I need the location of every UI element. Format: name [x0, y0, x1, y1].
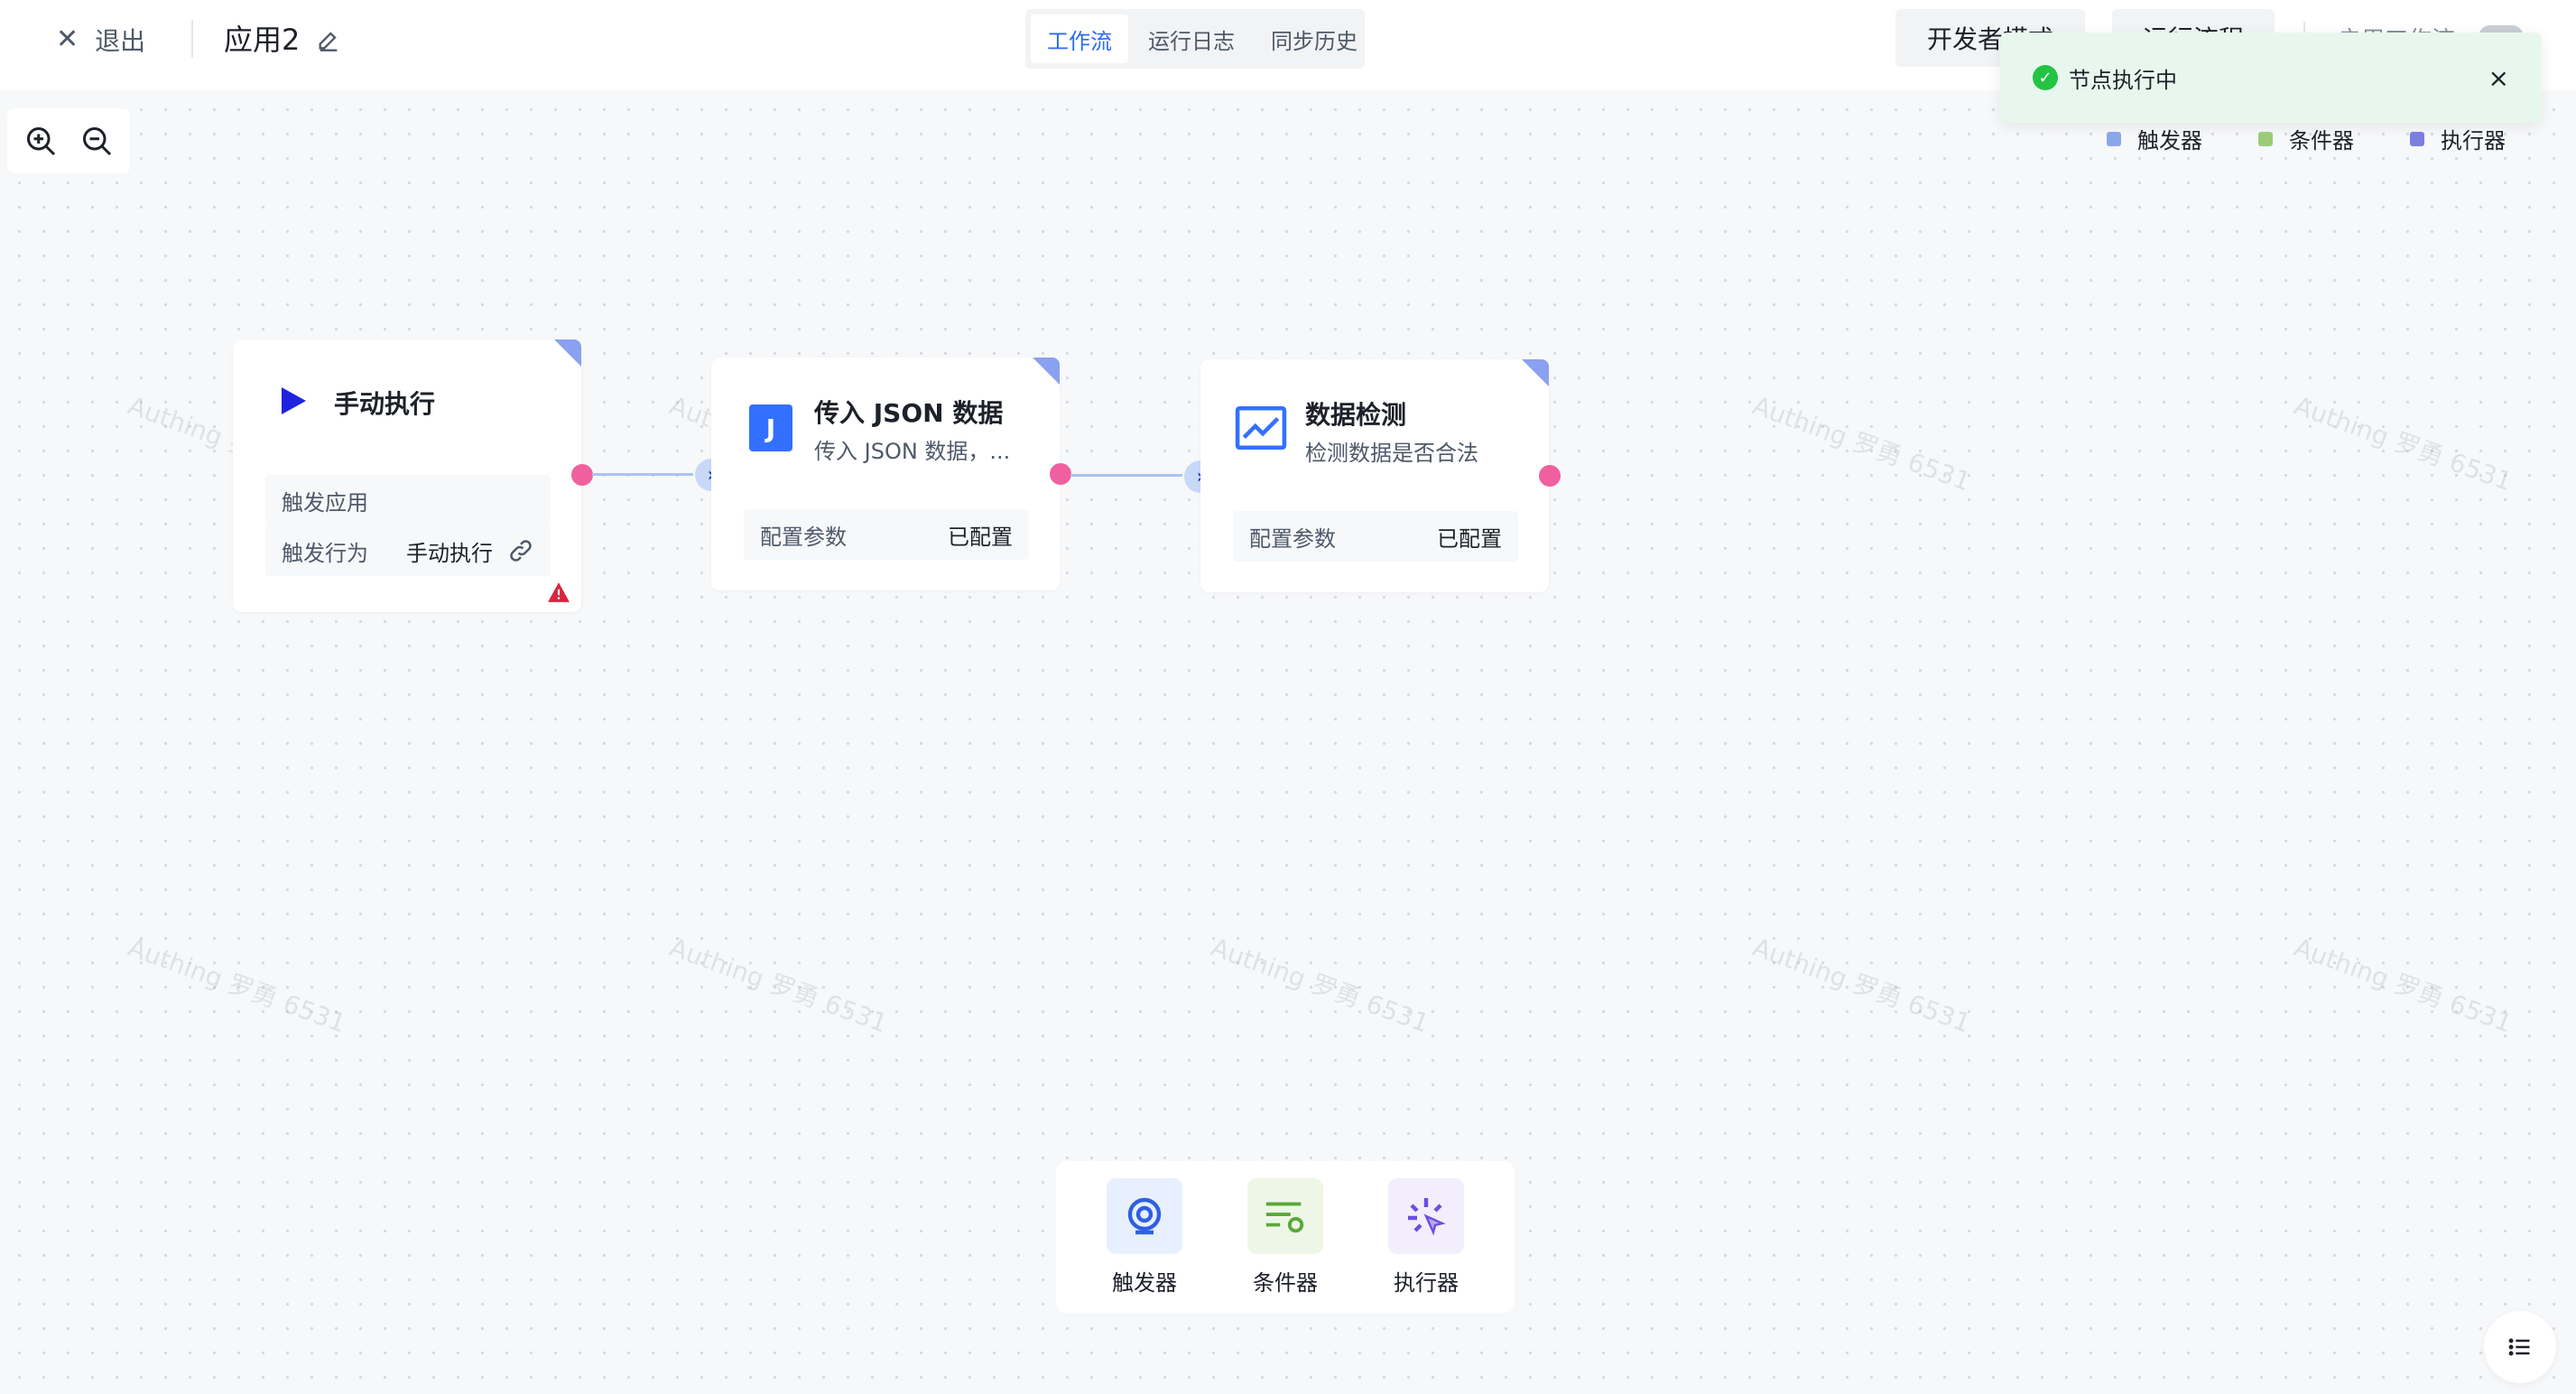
edit-icon[interactable] [316, 27, 341, 52]
exit-label: 退出 [95, 26, 146, 56]
output-port[interactable] [1050, 463, 1071, 485]
legend-label: 触发器 [2137, 128, 2202, 153]
node-row-trigger-app: 触发应用 [265, 475, 551, 525]
divider [191, 20, 193, 58]
row-label: 触发应用 [282, 489, 368, 516]
palette-label: 执行器 [1394, 1269, 1459, 1296]
node-data-check[interactable]: 数据检测 检测数据是否合法 配置参数 已配置 [1200, 359, 1549, 592]
row-value: 手动执行 [406, 540, 493, 566]
row-value: 已配置 [1437, 525, 1502, 552]
palette-label: 条件器 [1253, 1269, 1318, 1296]
node-row-trigger-action: 触发行为 手动执行 [265, 525, 551, 576]
palette-condition[interactable]: 条件器 [1247, 1177, 1323, 1296]
executor-icon [1388, 1177, 1464, 1254]
palette-trigger[interactable]: 触发器 [1107, 1177, 1182, 1296]
chart-line-icon [1235, 405, 1287, 451]
tab-sync-history[interactable]: 同步历史 [1255, 14, 1374, 63]
connection-edge [592, 473, 693, 476]
link-icon[interactable] [507, 537, 534, 564]
connection-edge [1070, 474, 1182, 477]
tab-run-log[interactable]: 运行日志 [1132, 14, 1251, 63]
status-toast: ✓ 节点执行中 × [2000, 33, 2542, 123]
node-row-config: 配置参数 已配置 [744, 509, 1029, 560]
node-subtitle: 检测数据是否合法 [1305, 441, 1478, 466]
row-label: 触发行为 [282, 540, 368, 566]
node-row-config: 配置参数 已配置 [1233, 511, 1518, 562]
output-port[interactable] [571, 464, 593, 486]
close-icon: ✕ [56, 23, 79, 55]
warning-icon [548, 582, 570, 602]
zoom-controls [7, 108, 130, 173]
legend-item-executor: 执行器 [2410, 123, 2506, 154]
node-type-marker [554, 339, 581, 367]
row-value-wrap: 手动执行 [406, 535, 534, 567]
node-legend: 触发器 条件器 执行器 [2107, 123, 2506, 154]
node-json-input[interactable]: J 传入 JSON 数据 传入 JSON 数据，... 配置参数 已配置 [711, 358, 1060, 590]
palette-label: 触发器 [1112, 1269, 1177, 1296]
legend-label: 条件器 [2289, 128, 2354, 153]
tab-workflow[interactable]: 工作流 [1031, 14, 1128, 63]
node-title: 手动执行 [334, 389, 436, 419]
toast-close-icon[interactable]: × [2488, 63, 2509, 93]
zoom-in-icon [27, 127, 56, 156]
app-title: 应用2 [224, 23, 301, 57]
zoom-out-button[interactable] [76, 120, 117, 162]
zoom-out-icon [83, 127, 112, 156]
legend-swatch [2258, 131, 2273, 146]
check-circle-icon: ✓ [2033, 65, 2058, 90]
json-icon-letter: J [765, 413, 776, 443]
node-type-marker [1522, 359, 1549, 386]
node-subtitle: 传入 JSON 数据，... [814, 439, 1011, 464]
node-list-button[interactable] [2484, 1311, 2556, 1383]
legend-label: 执行器 [2441, 128, 2506, 153]
zoom-in-button[interactable] [20, 120, 61, 162]
toast-message: 节点执行中 [2069, 67, 2177, 93]
node-palette: 触发器 条件器 执行器 [1056, 1161, 1515, 1313]
legend-item-condition: 条件器 [2258, 123, 2354, 154]
row-value: 已配置 [948, 524, 1013, 550]
node-title: 传入 JSON 数据 [814, 398, 1004, 428]
list-icon [2508, 1338, 2530, 1356]
node-type-marker [1033, 358, 1060, 385]
legend-swatch [2107, 131, 2121, 146]
exit-button[interactable]: ✕ 退出 [56, 22, 145, 58]
palette-executor[interactable]: 执行器 [1388, 1177, 1464, 1296]
trigger-icon [1107, 1177, 1182, 1254]
node-manual-trigger[interactable]: 手动执行 触发应用 触发行为 手动执行 [233, 339, 581, 612]
condition-icon [1247, 1177, 1323, 1254]
play-icon [282, 387, 306, 414]
json-icon: J [749, 404, 792, 451]
node-title: 数据检测 [1305, 400, 1407, 430]
view-tabs: 工作流 运行日志 同步历史 [1025, 9, 1365, 69]
legend-item-trigger: 触发器 [2107, 123, 2202, 154]
row-label: 配置参数 [1249, 525, 1336, 552]
output-port[interactable] [1539, 465, 1561, 487]
row-label: 配置参数 [760, 524, 847, 550]
legend-swatch [2410, 131, 2424, 146]
